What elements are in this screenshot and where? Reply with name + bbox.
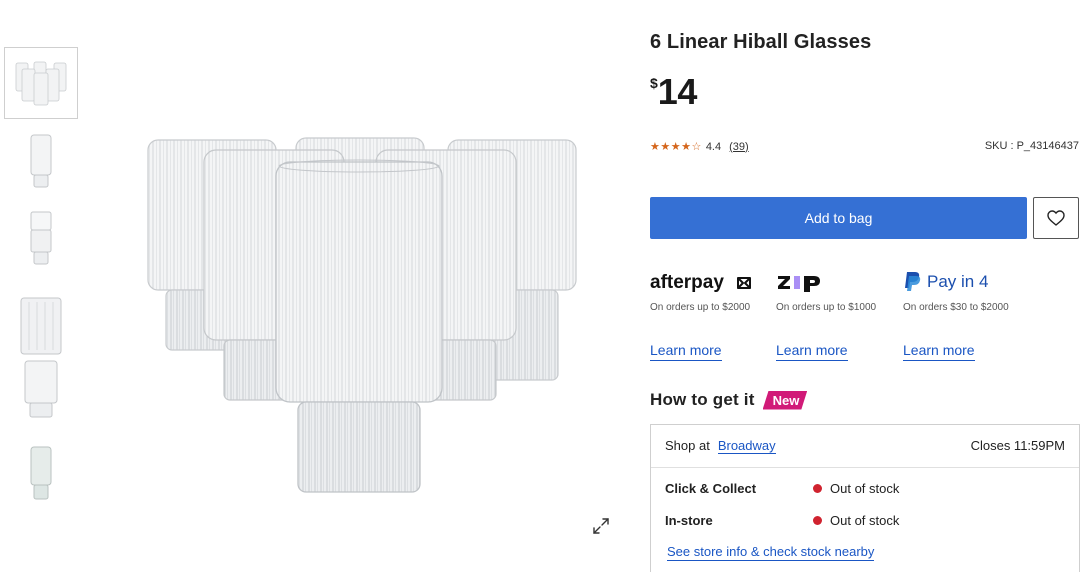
paypal-logo: Pay in 4 [903, 270, 1028, 294]
payment-option-paypal: Pay in 4 On orders $30 to $2000 Learn mo… [903, 270, 1028, 361]
how-to-get-it-title: How to get it [650, 390, 755, 409]
zip-note: On orders up to $1000 [776, 302, 877, 313]
payment-option-zip: On orders up to $1000 Learn more [776, 270, 901, 361]
thumbnail-gallery [0, 0, 90, 572]
in-store-label: In-store [665, 513, 713, 528]
store-name-link[interactable]: Broadway [717, 438, 776, 454]
paypal-note: On orders $30 to $2000 [903, 302, 1009, 313]
paypal-label: Pay in 4 [927, 272, 989, 291]
thumbnail-single-glass-2[interactable] [4, 207, 78, 269]
in-store-status: Out of stock [830, 513, 900, 528]
product-rating: ★★★★☆ 4.4 (39) [650, 140, 749, 154]
price-amount: 14 [657, 71, 698, 112]
add-to-bag-button[interactable]: Add to bag [650, 197, 1027, 239]
payment-option-afterpay: afterpay On orders up to $2000 Learn mor… [650, 270, 775, 361]
star-rating-icon: ★★★★☆ [650, 141, 702, 153]
zip-logo [776, 270, 901, 294]
price-currency: $ [650, 75, 658, 91]
product-sku: SKU : P_43146437 [984, 140, 1079, 152]
afterpay-note: On orders up to $2000 [650, 302, 751, 313]
afterpay-learn-more-link[interactable]: Learn more [650, 342, 722, 361]
wishlist-button[interactable] [1033, 197, 1079, 239]
rating-value: 4.4 [705, 140, 722, 153]
shop-at-row: Shop at Broadway [665, 438, 776, 454]
thumbnail-single-glass-1[interactable] [4, 130, 78, 192]
product-price: $ 14 [650, 72, 697, 112]
expand-icon[interactable] [590, 515, 612, 537]
product-details-panel: 6 Linear Hiball Glasses $ 14 ★★★★☆ 4.4 (… [650, 0, 1080, 572]
out-of-stock-icon [813, 516, 822, 525]
product-main-image [110, 110, 610, 530]
click-and-collect-row: Click & Collect Out of stock [665, 481, 1065, 496]
divider [651, 467, 1079, 468]
zip-learn-more-link[interactable]: Learn more [776, 342, 848, 361]
out-of-stock-icon [813, 484, 822, 493]
in-store-row: In-store Out of stock [665, 513, 1065, 528]
thumbnail-single-glass-3[interactable] [4, 295, 78, 357]
afterpay-logo: afterpay [650, 270, 775, 294]
heart-icon [1047, 210, 1065, 226]
review-count-link[interactable]: (39) [729, 141, 749, 153]
new-badge: New [763, 391, 808, 410]
thumbnail-six-glasses[interactable] [4, 47, 78, 119]
how-to-get-it-heading: How to get it New [650, 390, 807, 410]
thumbnail-single-glass-5[interactable] [4, 442, 78, 504]
shop-at-label: Shop at [665, 438, 710, 453]
store-availability-box: Shop at Broadway Closes 11:59PM Click & … [650, 424, 1080, 572]
store-closing-time: Closes 11:59PM [970, 438, 1065, 453]
see-store-info-link[interactable]: See store info & check stock nearby [667, 544, 875, 561]
product-title: 6 Linear Hiball Glasses [650, 31, 872, 53]
click-and-collect-status: Out of stock [830, 481, 900, 496]
paypal-learn-more-link[interactable]: Learn more [903, 342, 975, 361]
click-and-collect-label: Click & Collect [665, 481, 757, 496]
paypal-icon [905, 272, 921, 291]
svg-text:afterpay: afterpay [650, 272, 724, 293]
thumbnail-single-glass-4[interactable] [4, 356, 78, 422]
